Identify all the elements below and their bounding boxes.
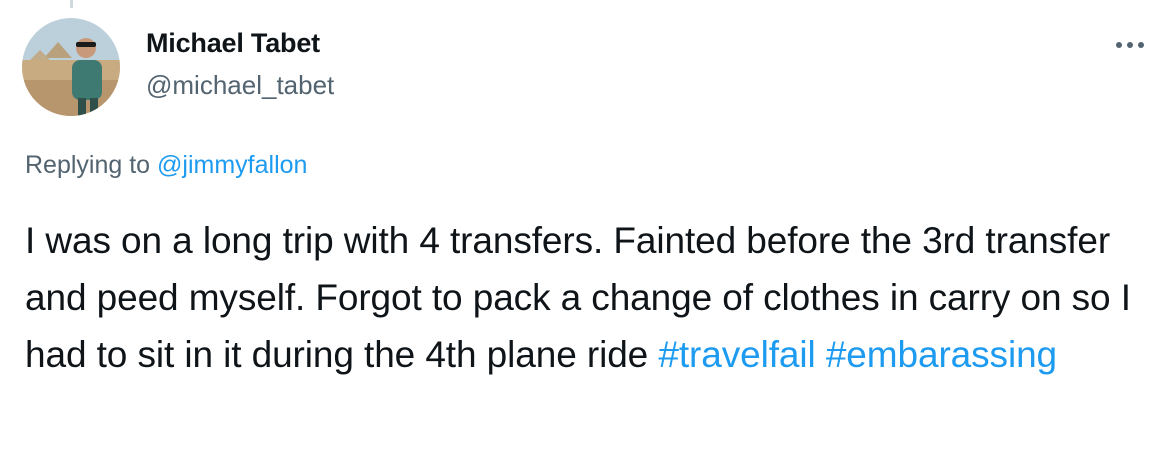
more-options-button[interactable] <box>1110 30 1150 60</box>
author-handle[interactable]: @michael_tabet <box>146 70 334 101</box>
tweet-text: I was on a long trip with 4 transfers. F… <box>25 212 1150 383</box>
hashtag-link[interactable]: #embarassing <box>826 334 1057 375</box>
reply-context: Replying to @jimmyfallon <box>25 151 307 180</box>
avatar-photo <box>22 18 120 116</box>
reply-context-prefix: Replying to <box>25 151 151 179</box>
author-display-name[interactable]: Michael Tabet <box>146 28 320 59</box>
hashtag-link[interactable]: #travelfail <box>658 334 815 375</box>
avatar[interactable] <box>22 18 120 116</box>
tweet-card: Michael Tabet @michael_tabet Replying to… <box>0 0 1160 460</box>
more-horizontal-icon <box>1116 42 1144 48</box>
reply-mention-link[interactable]: @jimmyfallon <box>157 151 307 179</box>
thread-connector-line <box>70 0 73 8</box>
